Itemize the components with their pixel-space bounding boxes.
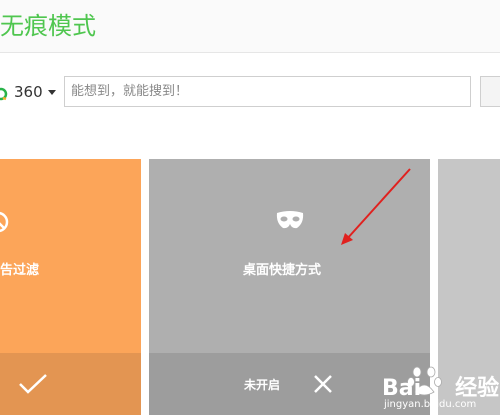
annotation-arrow-icon <box>341 168 411 245</box>
watermark-url: jingyan.baidu.com <box>384 399 477 410</box>
watermark-brand: Bai 经验 <box>382 376 500 401</box>
